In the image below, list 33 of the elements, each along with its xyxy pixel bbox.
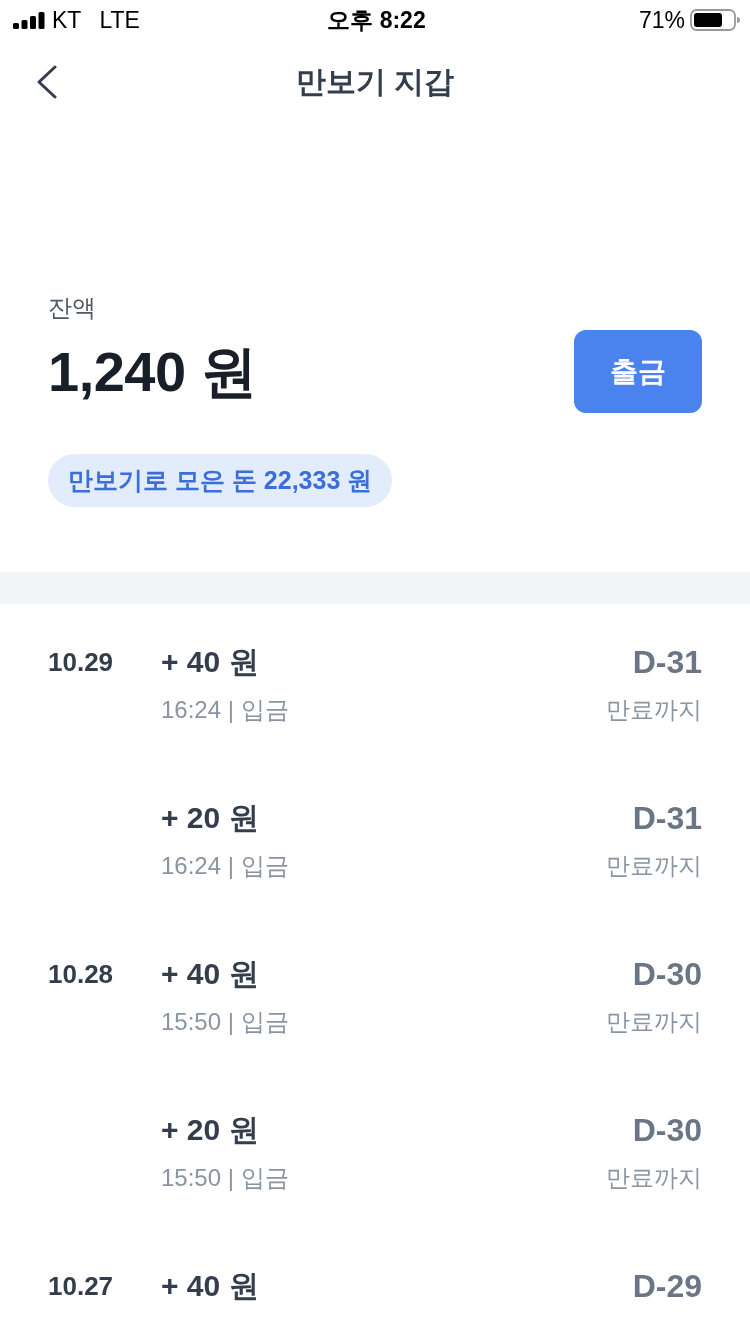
expiry-d-day: D-31 xyxy=(632,642,702,682)
battery-icon xyxy=(690,9,740,31)
transaction-detail: 16:24 | 입금 xyxy=(161,695,289,725)
transaction-date: 10.28 xyxy=(48,958,115,991)
carrier-name: KT xyxy=(52,6,82,34)
expiry-d-day: D-30 xyxy=(632,1110,702,1150)
balance-label: 잔액 xyxy=(48,293,96,323)
total-earned-badge: 만보기로 모은 돈 22,333 원 xyxy=(48,454,393,507)
transaction-detail: 15:50 | 입금 xyxy=(161,1163,289,1193)
status-time: 오후 8:22 xyxy=(327,6,426,34)
transaction-detail: 16:24 | 입금 xyxy=(161,851,289,881)
back-chevron-icon xyxy=(35,65,57,99)
transaction-date: 10.27 xyxy=(48,1270,115,1303)
page-title: 만보기 지갑 xyxy=(295,64,455,100)
transaction-amount: + 20 원 xyxy=(161,1112,259,1148)
battery-percent: 71% xyxy=(638,6,685,34)
transaction-amount: + 20 원 xyxy=(161,800,259,836)
signal-icon xyxy=(13,11,45,29)
transaction-amount: + 40 원 xyxy=(161,956,259,992)
expiry-d-day: D-29 xyxy=(632,1266,702,1306)
expiry-d-day: D-30 xyxy=(632,954,702,994)
transaction-amount: + 40 원 xyxy=(161,1268,259,1304)
balance-amount: 1,240 원 xyxy=(48,339,257,404)
transaction-detail: 15:50 | 입금 xyxy=(161,1007,289,1037)
expiry-label: 만료까지 xyxy=(606,1007,702,1037)
expiry-d-day: D-31 xyxy=(632,798,702,838)
transaction-amount: + 40 원 xyxy=(161,644,259,680)
expiry-label: 만료까지 xyxy=(606,1163,702,1193)
expiry-label: 만료까지 xyxy=(606,851,702,881)
network-type: LTE xyxy=(99,6,140,34)
withdraw-button[interactable]: 출금 xyxy=(574,330,702,413)
transaction-date: 10.29 xyxy=(48,646,115,679)
expiry-label: 만료까지 xyxy=(606,695,702,725)
